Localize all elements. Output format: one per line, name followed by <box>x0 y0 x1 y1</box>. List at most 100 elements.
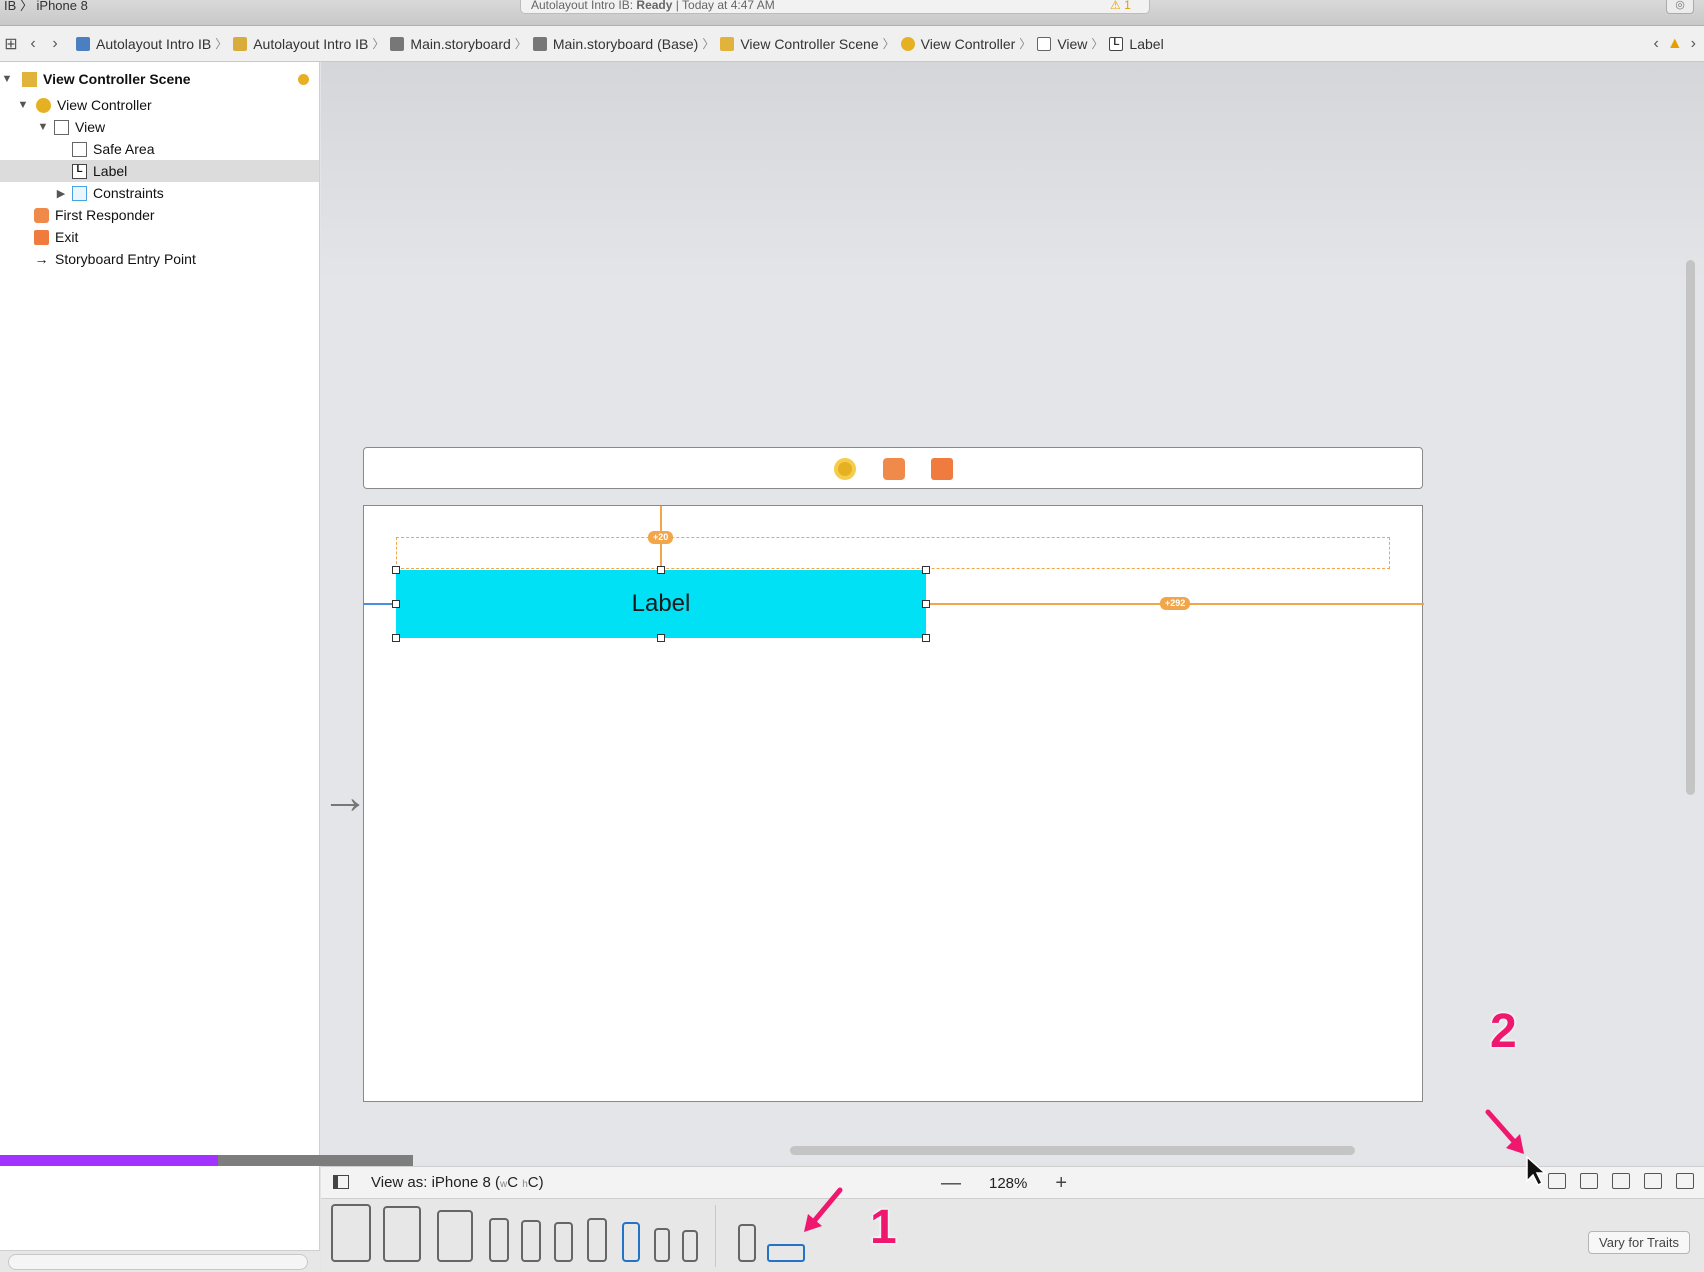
editor-options-button[interactable]: ◎ <box>1666 0 1694 14</box>
disclosure-closed-icon[interactable]: ▶ <box>54 187 68 200</box>
device-iphone-se-icon[interactable] <box>554 1222 573 1262</box>
device-view[interactable]: +20 +292 Label <box>363 505 1424 1102</box>
size-class-w-value: C <box>507 1174 519 1191</box>
orientation-landscape-icon[interactable] <box>767 1244 805 1262</box>
outline-scene-row[interactable]: ▼ View Controller Scene <box>0 68 319 90</box>
outline-label-row[interactable]: L Label <box>0 160 319 182</box>
resize-handle[interactable] <box>657 634 665 642</box>
video-progress-bar[interactable] <box>0 1155 413 1166</box>
label-icon: L <box>1109 36 1124 51</box>
resize-handle[interactable] <box>922 600 930 608</box>
zoom-out-button[interactable]: — <box>941 1172 961 1195</box>
device-small-icon[interactable] <box>682 1230 698 1262</box>
breadcrumb-label-item[interactable]: L Label <box>1109 35 1164 52</box>
disclosure-open-icon[interactable]: ▼ <box>16 99 30 111</box>
label-element[interactable]: Label <box>396 570 926 638</box>
chevron-right-icon: 〉 <box>702 37 715 51</box>
add-constraints-icon[interactable] <box>1644 1173 1662 1189</box>
vertical-scrollbar[interactable] <box>1686 260 1695 795</box>
back-button[interactable]: ‹ <box>22 35 44 53</box>
horizontal-scrollbar[interactable] <box>790 1146 1355 1155</box>
breadcrumb-folder[interactable]: Autolayout Intro IB <box>233 36 368 52</box>
align-icon[interactable] <box>1612 1173 1630 1189</box>
resize-handle[interactable] <box>392 600 400 608</box>
outline-view-controller-row[interactable]: ▼ View Controller <box>0 94 319 116</box>
orientation-portrait-icon[interactable] <box>738 1224 756 1262</box>
resize-handle[interactable] <box>392 566 400 574</box>
chevron-right-icon: 〉 <box>514 37 527 51</box>
view-controller-icon[interactable] <box>834 458 856 480</box>
forward-button[interactable]: › <box>44 35 66 53</box>
zoom-in-button[interactable]: + <box>1055 1172 1067 1195</box>
resize-handle[interactable] <box>922 566 930 574</box>
outline-exit-label: Exit <box>55 229 79 245</box>
breadcrumb-storyboard[interactable]: Main.storyboard <box>390 36 511 52</box>
resize-handle[interactable] <box>922 634 930 642</box>
exit-icon <box>34 229 49 245</box>
scene-dock[interactable] <box>363 447 1423 489</box>
device-ipad-icon[interactable] <box>437 1210 473 1262</box>
breadcrumb-scene[interactable]: View Controller Scene <box>720 36 879 52</box>
mouse-cursor-icon <box>1526 1155 1547 1187</box>
chevron-right-icon: 〉 <box>372 37 385 51</box>
device-selected-icon[interactable] <box>622 1222 640 1262</box>
scheme-device-selector[interactable]: IB 〉 iPhone 8 <box>0 0 92 12</box>
warning-indicator[interactable]: ⚠ 1 <box>1110 0 1131 11</box>
exit-icon[interactable] <box>931 458 953 480</box>
device-iphone-4s-icon[interactable] <box>654 1228 670 1262</box>
device-ipad-pro-12-icon[interactable] <box>331 1204 371 1262</box>
outline-entry-point-row[interactable]: → Storyboard Entry Point <box>0 248 319 270</box>
breadcrumb-label: View <box>1057 35 1088 52</box>
device-iphone-8-icon[interactable] <box>521 1220 541 1262</box>
storyboard-canvas[interactable]: → +20 +292 Label <box>321 62 1704 1162</box>
breadcrumb-label: Label <box>1129 35 1164 52</box>
breadcrumb-project[interactable]: Autolayout Intro IB <box>76 36 211 52</box>
safe-area-guide <box>396 537 1390 569</box>
chevron-right-icon: 〉 <box>1019 37 1032 51</box>
resize-handle[interactable] <box>392 634 400 642</box>
annotation-arrow-2-icon <box>1485 1109 1524 1154</box>
view-as-button[interactable]: View as: iPhone 8 (wC hC) <box>371 1174 544 1191</box>
issue-navigation: ‹ ▲ › <box>1654 26 1697 62</box>
device-iphone-8-plus-icon[interactable] <box>489 1218 509 1262</box>
entry-point-arrow-icon[interactable]: → <box>321 774 369 822</box>
warning-icon[interactable]: ▲ <box>1667 35 1683 53</box>
outline-constraints-label: Constraints <box>93 185 164 201</box>
view-controller-icon <box>900 36 915 51</box>
size-class-h-value: C <box>527 1174 539 1191</box>
trailing-constraint-badge[interactable]: +292 <box>1160 597 1191 610</box>
next-issue-button[interactable]: › <box>1691 35 1696 53</box>
outline-entry-point-label: Storyboard Entry Point <box>55 251 196 267</box>
breadcrumb-view[interactable]: View <box>1037 36 1087 52</box>
device-ipad-pro-10-icon[interactable] <box>383 1206 421 1262</box>
safe-area-icon <box>72 141 87 157</box>
resize-handle[interactable] <box>657 566 665 574</box>
outline-toggle-icon[interactable] <box>333 1175 349 1189</box>
outline-constraints-row[interactable]: ▶ Constraints <box>0 182 319 204</box>
first-responder-icon[interactable] <box>883 458 905 480</box>
zoom-level: 128% <box>989 1175 1028 1192</box>
previous-issue-button[interactable]: ‹ <box>1654 35 1659 53</box>
breadcrumb-storyboard-base[interactable]: Main.storyboard (Base) <box>532 36 698 52</box>
update-frames-icon[interactable] <box>1548 1173 1566 1189</box>
resolve-issues-icon[interactable] <box>1676 1173 1694 1189</box>
vary-for-traits-button[interactable]: Vary for Traits <box>1588 1231 1690 1254</box>
scene-icon <box>22 71 37 87</box>
outline-view-row[interactable]: ▼ View <box>0 116 319 138</box>
disclosure-open-icon[interactable]: ▼ <box>36 121 50 133</box>
outline-safe-area-row[interactable]: Safe Area <box>0 138 319 160</box>
top-constraint-badge[interactable]: +20 <box>648 531 674 544</box>
outline-exit-row[interactable]: Exit <box>0 226 319 248</box>
chevron-right-icon: 〉 <box>1091 37 1104 51</box>
canvas-bottom-bar: View as: iPhone 8 (wC hC) — 128% + <box>321 1166 1704 1198</box>
breadcrumb-view-controller[interactable]: View Controller <box>900 36 1015 52</box>
embed-in-stack-icon[interactable] <box>1580 1173 1598 1189</box>
device-iphone-x-icon[interactable] <box>587 1218 607 1262</box>
activity-status: Autolayout Intro IB: Ready | Today at 4:… <box>520 0 1150 14</box>
outline-first-responder-row[interactable]: First Responder <box>0 204 319 226</box>
filter-input[interactable] <box>8 1254 308 1270</box>
label-text: Label <box>631 590 691 617</box>
disclosure-open-icon[interactable]: ▼ <box>0 73 14 85</box>
view-icon <box>54 119 69 135</box>
related-items-icon[interactable]: ⊞ <box>0 34 22 54</box>
